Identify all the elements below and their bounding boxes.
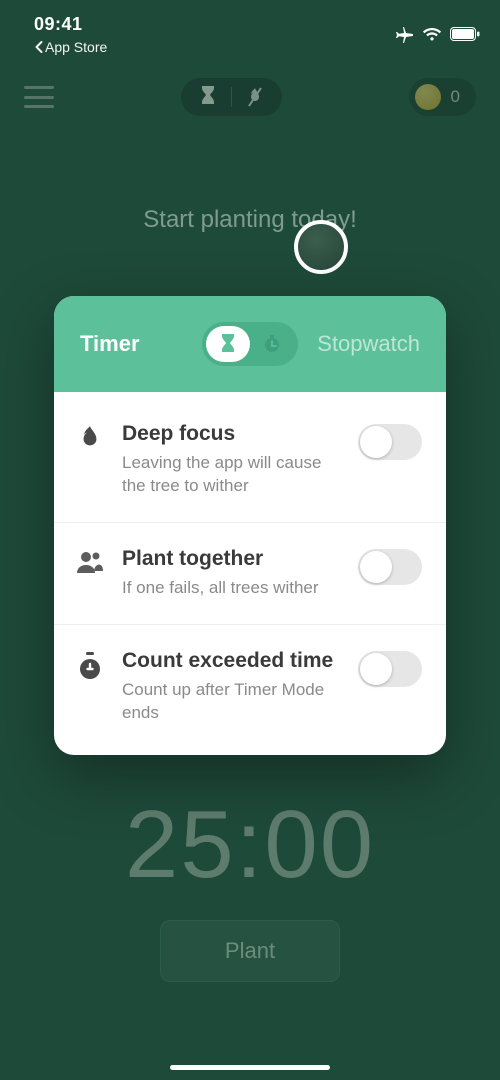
- airplane-mode-icon: [394, 24, 414, 44]
- count-exceeded-toggle[interactable]: [358, 651, 422, 687]
- status-icons: [394, 24, 480, 44]
- timer-display: 25:00: [0, 790, 500, 900]
- modal-header: Timer Stopwatch: [54, 296, 446, 392]
- deep-focus-toggle[interactable]: [358, 424, 422, 460]
- setting-title: Count exceeded time: [122, 649, 342, 673]
- setting-plant-together: Plant together If one fails, all trees w…: [54, 523, 446, 625]
- plant-together-toggle[interactable]: [358, 549, 422, 585]
- status-bar: 09:41 App Store: [0, 0, 500, 60]
- coins-display[interactable]: 0: [409, 78, 476, 116]
- modal-body: Deep focus Leaving the app will cause th…: [54, 392, 446, 755]
- setting-deep-focus: Deep focus Leaving the app will cause th…: [54, 398, 446, 523]
- app-bar: 0: [0, 72, 500, 122]
- menu-button[interactable]: [24, 86, 54, 108]
- coins-count: 0: [451, 87, 460, 107]
- flame-disabled-icon: [246, 86, 264, 108]
- mode-switcher[interactable]: [181, 78, 282, 116]
- timer-settings-modal: Timer Stopwatch Deep focus Leaving the a…: [54, 296, 446, 755]
- tab-timer[interactable]: Timer: [80, 331, 140, 357]
- coin-icon: [415, 84, 441, 110]
- back-to-app-store[interactable]: App Store: [34, 39, 107, 55]
- battery-icon: [450, 27, 480, 41]
- flame-icon: [77, 424, 103, 454]
- people-icon: [75, 549, 105, 575]
- plant-button[interactable]: Plant: [160, 920, 340, 982]
- setting-title: Deep focus: [122, 422, 342, 446]
- setting-count-exceeded: Count exceeded time Count up after Timer…: [54, 625, 446, 749]
- switch-stopwatch-seg[interactable]: [250, 326, 294, 362]
- headline: Start planting today!: [0, 206, 500, 234]
- hourglass-icon: [199, 86, 217, 108]
- timer-plus-icon: [76, 651, 104, 681]
- setting-title: Plant together: [122, 547, 342, 571]
- setting-desc: Leaving the app will cause the tree to w…: [122, 452, 342, 498]
- back-label: App Store: [45, 39, 107, 55]
- home-indicator[interactable]: [170, 1065, 330, 1070]
- stopwatch-icon: [261, 333, 283, 355]
- tab-stopwatch[interactable]: Stopwatch: [317, 331, 420, 357]
- tree-seed[interactable]: [294, 220, 348, 274]
- timer-stopwatch-switch[interactable]: [202, 322, 298, 366]
- switch-timer-seg[interactable]: [206, 326, 250, 362]
- setting-desc: If one fails, all trees wither: [122, 577, 342, 600]
- status-time: 09:41: [34, 14, 83, 35]
- setting-desc: Count up after Timer Mode ends: [122, 679, 342, 725]
- hourglass-icon: [219, 333, 237, 355]
- wifi-icon: [422, 27, 442, 42]
